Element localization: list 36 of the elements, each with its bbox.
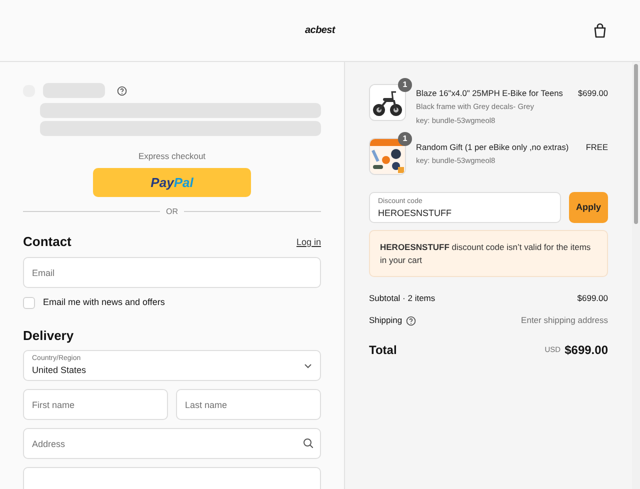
section-heading: Delivery <box>23 328 75 344</box>
help-icon[interactable] <box>406 316 416 326</box>
product-title: Blaze 16"x4.0" 25MPH E-Bike for Teens <box>416 87 564 100</box>
subtotal-value: $699.00 <box>577 292 608 306</box>
scrollbar-thumb[interactable] <box>634 64 638 224</box>
apply-button[interactable]: Apply <box>569 192 608 223</box>
shipping-value: Enter shipping address <box>521 314 608 327</box>
logo[interactable]: acbest <box>305 23 335 38</box>
paypal-button[interactable]: PayPal <box>93 168 251 197</box>
total-label: Total <box>369 342 397 359</box>
error-message: HEROESNSTUFF discount code isn’t valid for the items in your cart <box>369 230 608 278</box>
chevron-down-icon <box>304 362 312 369</box>
help-icon[interactable] <box>117 86 127 96</box>
field-value: HEROESNSTUFF <box>378 207 453 220</box>
subtotal-label: Subtotal · 2 items <box>369 292 436 306</box>
section-heading: Contact <box>23 234 72 250</box>
quantity-badge: 1 <box>398 132 412 146</box>
separator-label: OR <box>166 206 178 218</box>
total-value: $699.00 <box>564 342 608 359</box>
text-field[interactable] <box>23 467 321 489</box>
last-name-field[interactable]: Last name <box>176 389 321 420</box>
cart-icon[interactable] <box>593 23 607 38</box>
field-value: United States <box>32 364 86 378</box>
product-price: FREE <box>586 140 608 154</box>
checkbox-label: Email me with news and offers <box>43 296 165 310</box>
login-link[interactable]: Log in <box>296 236 321 250</box>
search-icon[interactable] <box>303 438 313 448</box>
product-title: Random Gift (1 per eBike only ,no extras) <box>416 140 570 154</box>
address-field[interactable]: Address <box>23 428 321 460</box>
first-name-field[interactable]: First name <box>23 389 168 420</box>
shipping-label: Shipping <box>369 314 402 327</box>
email-field[interactable]: Email <box>23 257 321 288</box>
checkbox[interactable] <box>23 297 35 310</box>
express-checkout-label: Express checkout <box>137 150 207 163</box>
product-price: $699.00 <box>578 87 608 100</box>
quantity-badge: 1 <box>398 78 412 92</box>
